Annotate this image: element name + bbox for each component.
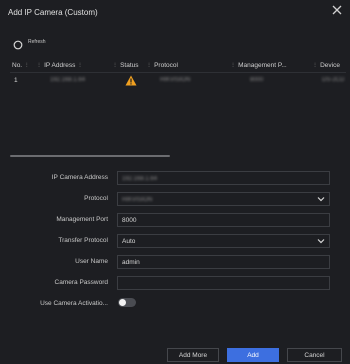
user-name-label: User Name <box>75 258 108 265</box>
refresh-label: Refresh <box>28 39 46 45</box>
transfer-protocol-label: Transfer Protocol <box>58 237 108 244</box>
transfer-protocol-value: Auto <box>122 238 136 245</box>
form-row-use-camera-activation: Use Camera Activatio... <box>0 297 350 313</box>
column-header-management-port[interactable]: ⁝ Management P... <box>232 61 287 69</box>
camera-password-field[interactable] <box>117 276 330 290</box>
management-port-value: 8000 <box>122 217 137 224</box>
form-row-protocol: Protocol HIKVISION <box>0 192 350 208</box>
form-row-transfer-protocol: Transfer Protocol Auto <box>0 234 350 250</box>
ip-camera-address-label: IP Camera Address <box>51 174 108 181</box>
add-ip-camera-dialog: Add IP Camera (Custom) Refresh No. ⁝ ⁝ IP… <box>0 0 350 364</box>
table-header: No. ⁝ ⁝ IP Address ⁝ ⁝ Status ⁝ Protocol ⁝ M… <box>10 58 346 73</box>
chevron-down-icon <box>317 196 325 202</box>
transfer-protocol-select[interactable]: Auto <box>117 234 330 248</box>
cancel-button[interactable]: Cancel <box>287 348 342 362</box>
user-name-field[interactable]: admin <box>117 255 330 269</box>
close-icon[interactable] <box>330 3 344 17</box>
ip-camera-address-value: 192.168.1.64 <box>122 176 158 182</box>
warning-icon <box>125 75 137 86</box>
form-row-ip-camera-address: IP Camera Address 192.168.1.64 <box>0 171 350 187</box>
form-row-user-name: User Name admin <box>0 255 350 271</box>
dialog-title: Add IP Camera (Custom) <box>8 8 98 17</box>
form-row-management-port: Management Port 8000 <box>0 213 350 229</box>
camera-password-label: Camera Password <box>54 279 108 286</box>
chevron-down-icon <box>317 238 325 244</box>
cell-protocol: HIKVISION <box>160 77 191 83</box>
use-camera-activation-label: Use Camera Activatio... <box>40 300 108 307</box>
table-horizontal-scrollbar[interactable] <box>10 155 170 157</box>
table-row[interactable]: 1 192.168.1.64 HIKVISION 8000 DS-2CD <box>10 74 346 90</box>
protocol-value: HIKVISION <box>122 197 153 203</box>
cell-management-port: 8000 <box>250 77 264 83</box>
camera-table: No. ⁝ ⁝ IP Address ⁝ ⁝ Status ⁝ Protocol ⁝ M… <box>10 58 346 154</box>
protocol-label: Protocol <box>84 195 108 202</box>
add-more-button[interactable]: Add More <box>167 348 219 362</box>
column-header-protocol[interactable]: ⁝ Protocol <box>148 61 178 69</box>
column-header-no[interactable]: No. ⁝ <box>12 61 32 69</box>
management-port-field[interactable]: 8000 <box>117 213 330 227</box>
add-button[interactable]: Add <box>227 348 279 362</box>
dialog-titlebar: Add IP Camera (Custom) <box>0 0 350 24</box>
user-name-value: admin <box>122 259 140 266</box>
cell-ip-address: 192.168.1.64 <box>50 77 86 83</box>
ip-camera-address-field[interactable]: 192.168.1.64 <box>117 171 330 185</box>
protocol-select[interactable]: HIKVISION <box>117 192 330 206</box>
management-port-label: Management Port <box>56 216 108 223</box>
column-header-ip-address[interactable]: ⁝ IP Address ⁝ <box>38 61 85 69</box>
column-header-status[interactable]: ⁝ Status <box>114 61 139 69</box>
cell-no: 1 <box>14 77 18 84</box>
refresh-button[interactable]: Refresh <box>13 37 46 50</box>
radio-icon <box>13 37 23 50</box>
cell-device: DS-2CD <box>322 77 345 83</box>
column-header-device[interactable]: ⁝ Device <box>314 61 340 69</box>
use-camera-activation-toggle[interactable] <box>118 298 136 307</box>
toggle-knob <box>119 299 126 306</box>
form-row-camera-password: Camera Password <box>0 276 350 292</box>
